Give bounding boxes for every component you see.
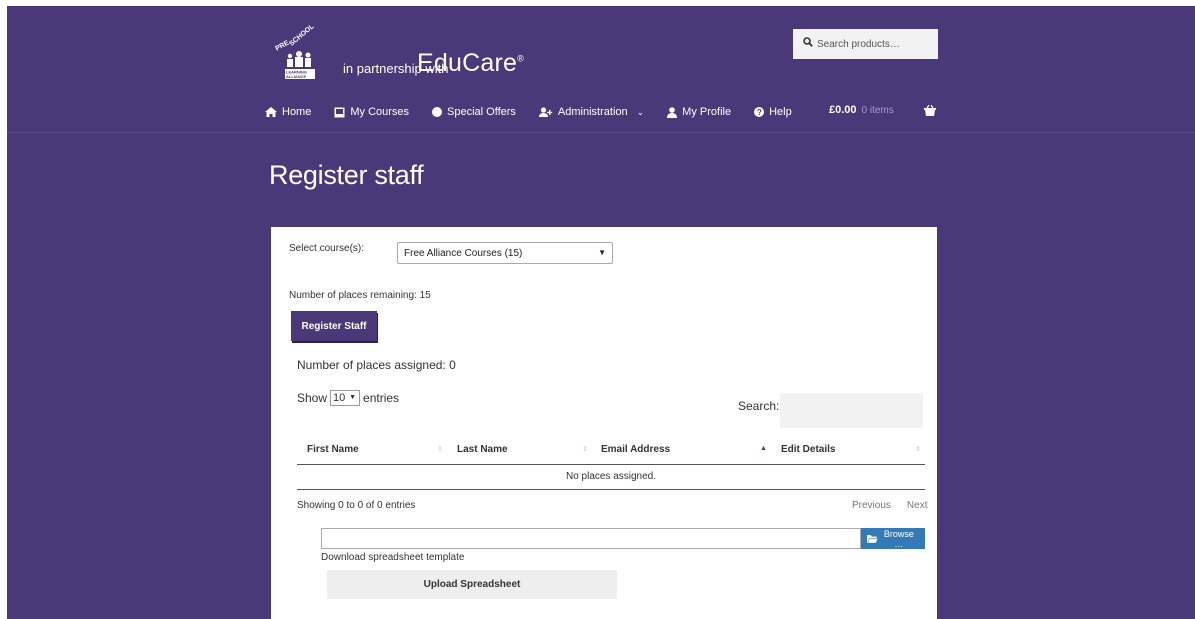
sort-icon: ⇕	[582, 446, 588, 453]
cart-summary[interactable]: £0.00 0 items	[829, 104, 894, 116]
column-edit-details[interactable]: Edit Details	[781, 444, 835, 455]
nav-label-home: Home	[282, 106, 312, 118]
nav-item-my-profile[interactable]: My Profile	[667, 106, 731, 118]
table-search-input[interactable]	[780, 393, 923, 428]
svg-text:?: ?	[757, 108, 762, 117]
download-template-link[interactable]: Download spreadsheet template	[321, 552, 464, 563]
help-icon: ?	[754, 107, 765, 117]
nav-item-help[interactable]: ? Help	[754, 106, 792, 118]
column-email-address[interactable]: Email Address	[601, 444, 670, 455]
entries-label: entries	[363, 391, 400, 405]
main-nav: Home My Courses Special Offers Administr…	[265, 103, 815, 121]
user-icon	[667, 106, 678, 118]
file-path-input[interactable]	[321, 528, 861, 549]
nav-item-special-offers[interactable]: Special Offers	[432, 106, 516, 118]
upload-spreadsheet-button[interactable]: Upload Spreadsheet	[327, 570, 617, 599]
logo-brand-text: EduCare	[417, 49, 518, 77]
table-info: Showing 0 to 0 of 0 entries	[297, 500, 416, 511]
column-last-name[interactable]: Last Name	[457, 444, 508, 455]
logo-brand-educare: EduCare®	[417, 49, 524, 78]
page-title: Register staff	[269, 160, 424, 190]
nav-label-my-profile: My Profile	[682, 106, 732, 118]
entries-length-select[interactable]: 10 ▼	[330, 390, 361, 406]
course-select-value: Free Alliance Courses (15)	[404, 247, 523, 259]
select-course-label: Select course(s):	[289, 243, 365, 254]
home-icon	[265, 107, 277, 117]
table-header-row: First Name ⇕ Last Name ⇕ Email Address ▲…	[297, 442, 925, 465]
dropdown-arrow-icon: ▼	[598, 248, 606, 257]
spreadsheet-file-picker: Browse …	[321, 528, 925, 549]
cart-amount: £0.00	[829, 104, 857, 116]
table-empty-row: No places assigned.	[297, 465, 925, 490]
registered-mark: ®	[517, 53, 524, 64]
folder-open-icon	[867, 534, 878, 543]
chevron-down-icon: ⌄	[636, 106, 645, 117]
course-select[interactable]: Free Alliance Courses (15) ▼	[397, 242, 613, 264]
product-search[interactable]	[793, 29, 938, 59]
table-pagination: Previous Next	[836, 500, 927, 511]
browse-button[interactable]: Browse …	[861, 528, 925, 549]
sort-ascending-icon: ▲	[760, 445, 767, 452]
preschool-alliance-logo-icon: PRE SCHOOL LEARNING ALLIANCE	[274, 24, 316, 79]
svg-text:ALLIANCE: ALLIANCE	[286, 74, 307, 79]
show-label: Show	[297, 391, 328, 405]
entries-length-value: 10	[333, 392, 346, 404]
nav-item-administration[interactable]: Administration ⌄	[538, 106, 645, 118]
table-search-label: Search:	[738, 399, 780, 413]
users-icon	[538, 107, 553, 117]
site-header: PRE SCHOOL LEARNING ALLIANCE in partners…	[7, 6, 1195, 133]
register-staff-panel: Select course(s): Free Alliance Courses …	[271, 227, 937, 619]
svg-text:SCHOOL: SCHOOL	[288, 24, 316, 48]
column-first-name[interactable]: First Name	[307, 444, 359, 455]
nav-label-help: Help	[769, 106, 792, 118]
nav-label-my-courses: My Courses	[350, 106, 410, 118]
cart-items-count: 0 items	[861, 104, 894, 116]
nav-item-home[interactable]: Home	[265, 106, 311, 118]
places-remaining: Number of places remaining: 15	[289, 290, 431, 301]
sort-icon: ⇕	[437, 446, 443, 453]
basket-icon[interactable]	[924, 103, 936, 121]
next-page-button[interactable]: Next	[907, 500, 928, 511]
circle-icon	[432, 107, 443, 117]
previous-page-button[interactable]: Previous	[852, 500, 891, 511]
book-icon	[334, 107, 345, 118]
search-icon	[803, 37, 813, 47]
dropdown-arrow-icon: ▼	[349, 394, 357, 401]
nav-label-special-offers: Special Offers	[447, 106, 516, 118]
browse-button-label: Browse …	[883, 528, 914, 549]
register-staff-button[interactable]: Register Staff	[291, 311, 377, 341]
places-assigned: Number of places assigned: 0	[297, 358, 456, 372]
nav-label-administration: Administration	[557, 106, 628, 118]
sort-icon: ⇕	[915, 446, 921, 453]
entries-length-control: Show 10 ▼ entries	[297, 390, 399, 406]
app-frame: PRE SCHOOL LEARNING ALLIANCE in partners…	[7, 6, 1195, 619]
search-products-input[interactable]	[817, 35, 932, 53]
nav-item-my-courses[interactable]: My Courses	[334, 106, 409, 118]
